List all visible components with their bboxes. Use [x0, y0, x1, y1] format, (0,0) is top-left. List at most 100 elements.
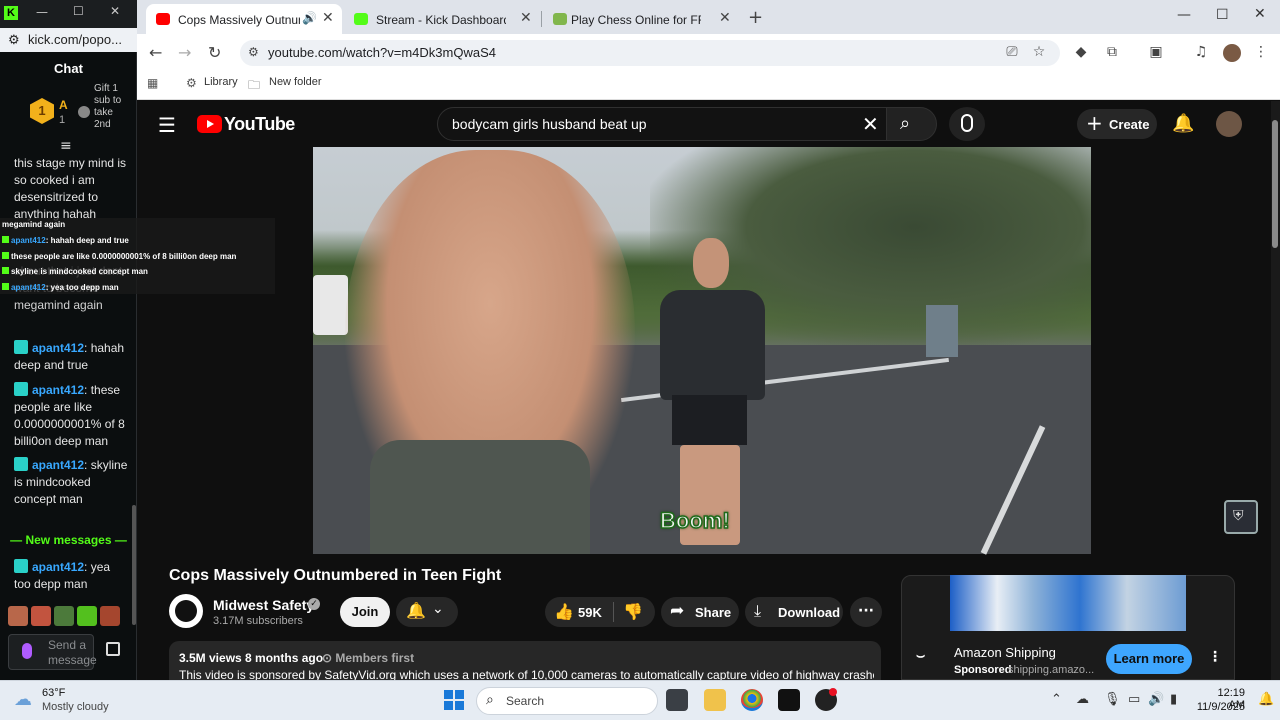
tab-close-icon[interactable]: ✕: [719, 10, 731, 26]
windows-start-icon[interactable]: [444, 690, 464, 710]
more-actions-icon[interactable]: ···: [850, 597, 882, 627]
new-messages-divider[interactable]: — New messages —: [0, 533, 137, 547]
chrome-menu-icon[interactable]: ⋮: [1253, 44, 1269, 60]
ad-image[interactable]: [950, 575, 1186, 631]
taskbar-search-input[interactable]: [476, 687, 658, 715]
youtube-logo-text[interactable]: YouTube: [224, 114, 295, 135]
chat-username[interactable]: apant412: [32, 383, 84, 397]
download-icon[interactable]: ⤓: [754, 601, 761, 621]
mic-icon[interactable]: [22, 643, 32, 659]
tab-chess[interactable]: Play Chess Online for FREE - 2 ✕: [543, 4, 739, 34]
pinned-menu-icon[interactable]: ≡: [60, 138, 72, 154]
search-icon[interactable]: ⌕: [486, 692, 494, 708]
learn-more-button[interactable]: Learn more: [1106, 644, 1192, 674]
store-icon[interactable]: [106, 642, 120, 656]
emote-icon[interactable]: [100, 606, 120, 626]
folder-icon: 🗀: [248, 78, 261, 92]
youtube-logo-icon[interactable]: [197, 115, 222, 133]
emote-icon[interactable]: [8, 606, 28, 626]
tab-close-icon[interactable]: ✕: [322, 10, 334, 26]
tab-search-icon[interactable]: ▣: [1148, 44, 1164, 60]
youtube-favicon-icon: [156, 13, 170, 25]
new-tab-icon[interactable]: +: [748, 7, 763, 28]
close-icon[interactable]: ✕: [110, 4, 120, 18]
kick-url-bar[interactable]: ⚙ kick.com/popo...: [0, 28, 137, 52]
account-avatar[interactable]: [1216, 111, 1242, 137]
tab-close-icon[interactable]: ✕: [520, 10, 532, 26]
tab-youtube[interactable]: Cops Massively Outnumbered 🔊 ✕: [146, 4, 342, 34]
mic-tray-icon[interactable]: 🎙: [1104, 692, 1121, 707]
display-icon[interactable]: ▭: [1128, 692, 1140, 707]
hamburger-menu-icon[interactable]: ☰: [158, 113, 176, 137]
weather-cloud-icon[interactable]: ☁: [14, 689, 32, 710]
clear-search-icon[interactable]: ✕: [862, 112, 879, 136]
chat-username[interactable]: apant412: [32, 341, 84, 355]
tab-kick-dashboard[interactable]: Stream - Kick Dashboard ✕: [344, 4, 540, 34]
share-icon[interactable]: ➦: [670, 601, 684, 621]
install-app-icon[interactable]: ⎚: [1004, 44, 1020, 60]
emote-icon[interactable]: [54, 606, 74, 626]
chrome-icon[interactable]: [741, 689, 763, 711]
audio-playing-icon[interactable]: 🔊: [302, 11, 317, 25]
back-icon[interactable]: ←: [149, 43, 162, 62]
minimize-icon[interactable]: —: [1177, 7, 1191, 23]
emote-icon[interactable]: [77, 606, 97, 626]
gift-prompt[interactable]: Gift 1 sub to take 2nd: [94, 83, 124, 143]
weather-temperature[interactable]: 63°F: [42, 687, 65, 699]
chat-username[interactable]: apant412: [32, 458, 84, 472]
channel-name[interactable]: Midwest Safety: [213, 597, 314, 613]
profile-avatar[interactable]: [1223, 44, 1241, 62]
bookmark-new-folder[interactable]: New folder: [269, 76, 322, 88]
search-button[interactable]: [886, 107, 937, 141]
file-explorer-icon[interactable]: [704, 689, 726, 711]
bookmark-library[interactable]: Library: [204, 76, 238, 88]
like-divider: [613, 602, 614, 622]
bell-icon[interactable]: 🔔: [406, 601, 426, 620]
task-view-icon[interactable]: [666, 689, 688, 711]
battery-icon[interactable]: ▮: [1170, 692, 1177, 707]
chevron-down-icon[interactable]: ⌄: [432, 601, 444, 617]
site-settings-icon[interactable]: ⚙: [8, 32, 28, 48]
minimize-icon[interactable]: —: [36, 5, 48, 19]
volume-icon[interactable]: 🔊: [1148, 692, 1164, 707]
close-icon[interactable]: ✕: [1254, 6, 1266, 22]
forward-icon[interactable]: →: [178, 43, 191, 62]
extension-icon[interactable]: ◆: [1073, 44, 1089, 60]
notifications-bell-icon[interactable]: 🔔: [1172, 113, 1194, 134]
chat-scrollbar[interactable]: [132, 505, 136, 625]
mic-icon[interactable]: [961, 114, 973, 132]
page-scrollbar-thumb[interactable]: [1272, 120, 1278, 248]
maximize-icon[interactable]: ☐: [73, 4, 84, 18]
bookmark-star-icon[interactable]: ☆: [1031, 44, 1047, 60]
maximize-icon[interactable]: ☐: [1216, 7, 1229, 23]
obs-icon[interactable]: [778, 689, 800, 711]
emote-icon[interactable]: [31, 606, 51, 626]
download-label[interactable]: Download: [778, 605, 840, 620]
media-control-icon[interactable]: ♫: [1193, 44, 1209, 60]
apps-grid-icon[interactable]: ▦: [147, 76, 158, 90]
onedrive-cloud-icon[interactable]: ☁: [1076, 692, 1089, 707]
chat-username[interactable]: apant412: [32, 560, 84, 574]
thumbs-down-icon[interactable]: 👎: [623, 602, 643, 621]
weather-condition[interactable]: Mostly cloudy: [42, 701, 109, 713]
search-query[interactable]: bodycam girls husband beat up: [452, 116, 647, 132]
notification-center-icon[interactable]: 🔔: [1258, 692, 1274, 707]
thumbs-up-icon[interactable]: 👍: [554, 602, 574, 621]
site-info-icon[interactable]: ⚙: [248, 45, 262, 59]
create-label[interactable]: Create: [1109, 117, 1149, 132]
ad-menu-icon[interactable]: ⋮: [1208, 649, 1222, 665]
reload-icon[interactable]: ↻: [208, 43, 221, 62]
search-icon[interactable]: ⌕: [900, 113, 910, 134]
ad-title[interactable]: Amazon Shipping: [954, 645, 1056, 660]
plus-icon[interactable]: +: [1086, 111, 1103, 135]
gift-user[interactable]: A: [59, 98, 68, 112]
join-button[interactable]: Join: [340, 597, 390, 627]
chat-message: this stage my mind is so cooked i am des…: [14, 156, 127, 221]
address-bar-url[interactable]: youtube.com/watch?v=m4Dk3mQwaS4: [268, 45, 496, 60]
chevron-up-icon[interactable]: ⌃: [1051, 692, 1062, 707]
taskbar-search-label[interactable]: Search: [506, 694, 544, 708]
like-count[interactable]: 59K: [578, 605, 602, 620]
extensions-puzzle-icon[interactable]: ⧉: [1104, 44, 1120, 60]
clock-date[interactable]: 11/9/2025: [1190, 701, 1245, 713]
share-label[interactable]: Share: [695, 605, 731, 620]
